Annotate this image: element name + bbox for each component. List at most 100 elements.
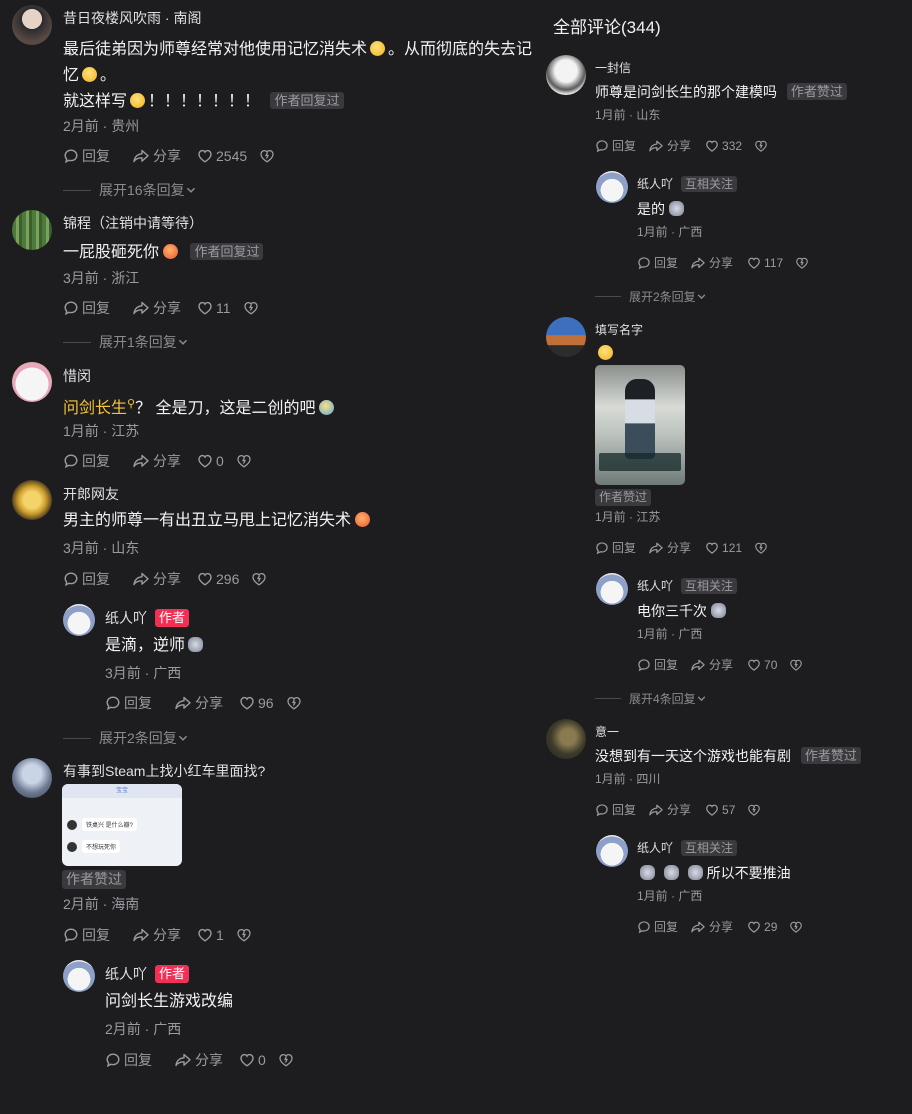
share-button[interactable]: 分享 (132, 451, 181, 471)
share-button[interactable]: 分享 (648, 137, 691, 154)
search-link[interactable]: 问剑长生 (63, 400, 127, 417)
username[interactable]: 纸人吖 (637, 577, 673, 594)
dislike-button[interactable] (795, 256, 809, 270)
share-button[interactable]: 分享 (690, 656, 733, 673)
reply-button[interactable]: 回复 (637, 656, 678, 673)
like-button[interactable]: 0 (239, 1052, 266, 1068)
username[interactable]: 惜闵 (63, 366, 91, 386)
avatar[interactable] (596, 573, 628, 605)
divider (63, 737, 91, 739)
share-button[interactable]: 分享 (648, 801, 691, 818)
heart-icon (747, 256, 761, 270)
dislike-button[interactable] (286, 695, 302, 711)
reply-button[interactable]: 回复 (595, 539, 636, 556)
dislike-button[interactable] (236, 453, 252, 469)
like-button[interactable]: 296 (197, 571, 239, 587)
share-button[interactable]: 分享 (690, 918, 733, 935)
share-button[interactable]: 分享 (648, 539, 691, 556)
dislike-button[interactable] (251, 571, 267, 587)
share-icon (690, 920, 706, 934)
like-button[interactable]: 2545 (197, 148, 247, 164)
mutual-follow-tag: 互相关注 (681, 175, 738, 192)
username[interactable]: 纸人吖 (637, 175, 673, 192)
expand-replies-button[interactable]: 展开2条回复 (595, 288, 707, 305)
share-button[interactable]: 分享 (132, 298, 181, 318)
username[interactable]: 一封信 (595, 59, 631, 76)
avatar[interactable] (12, 362, 52, 402)
reply-button[interactable]: 回复 (63, 569, 110, 589)
reply-button[interactable]: 回复 (637, 254, 678, 271)
share-button[interactable]: 分享 (132, 569, 181, 589)
dislike-button[interactable] (243, 300, 259, 316)
avatar[interactable] (63, 960, 95, 992)
dislike-button[interactable] (754, 541, 768, 555)
like-button[interactable]: 29 (747, 920, 777, 934)
dislike-button[interactable] (747, 803, 761, 817)
chevron-down-icon (696, 291, 707, 302)
avatar[interactable] (596, 171, 628, 203)
avatar[interactable] (546, 55, 586, 95)
dislike-button[interactable] (278, 1052, 294, 1068)
reply-icon (105, 695, 121, 711)
reply-button[interactable]: 回复 (63, 451, 110, 471)
like-button[interactable]: 0 (197, 453, 224, 469)
share-button[interactable]: 分享 (174, 1050, 223, 1070)
dislike-button[interactable] (789, 920, 803, 934)
like-button[interactable]: 11 (197, 300, 231, 316)
username[interactable]: 填写名字 (595, 321, 643, 338)
expand-replies-button[interactable]: 展开16条回复 (63, 180, 197, 200)
avatar[interactable] (12, 480, 52, 520)
dislike-button[interactable] (754, 139, 768, 153)
username[interactable]: 有事到Steam上找小红车里面找? (63, 761, 265, 781)
avatar[interactable] (12, 210, 52, 250)
dislike-button[interactable] (236, 927, 252, 943)
like-button[interactable]: 96 (239, 695, 274, 711)
character-image[interactable] (595, 365, 685, 485)
reply-button[interactable]: 回复 (63, 146, 110, 166)
like-button[interactable]: 121 (705, 541, 742, 555)
share-icon (174, 1052, 192, 1068)
avatar[interactable] (12, 758, 52, 798)
reply-button[interactable]: 回复 (105, 1050, 152, 1070)
avatar[interactable] (546, 719, 586, 759)
reply-icon (595, 139, 609, 153)
username[interactable]: 昔日夜楼风吹雨 · 南阁 (63, 8, 201, 28)
avatar[interactable] (546, 317, 586, 357)
username[interactable]: 纸人吖 (637, 839, 673, 856)
username[interactable]: 意一 (595, 723, 619, 740)
avatar[interactable] (12, 5, 52, 45)
like-button[interactable]: 57 (705, 803, 735, 817)
reply-button[interactable]: 回复 (595, 801, 636, 818)
share-button[interactable]: 分享 (690, 254, 733, 271)
comment-text: 问剑长生⚲？ 全是刀，这是二创的吧 (63, 391, 334, 422)
username[interactable]: 纸人吖 (105, 964, 147, 984)
reply-header: 纸人吖 互相关注 (637, 175, 738, 192)
avatar[interactable] (596, 835, 628, 867)
expand-replies-button[interactable]: 展开2条回复 (63, 728, 189, 748)
username[interactable]: 锦程（注销中请等待） (63, 213, 203, 233)
emoji-icon (640, 865, 655, 880)
username[interactable]: 开郎网友 (63, 484, 119, 504)
expand-replies-button[interactable]: 展开1条回复 (63, 332, 189, 352)
avatar[interactable] (63, 604, 95, 636)
reply-button[interactable]: 回复 (595, 137, 636, 154)
dislike-button[interactable] (259, 148, 275, 164)
chat-screenshot-image[interactable]: 宝宝 铁桌兴 是什么瓣? 不想玩死你 (62, 784, 182, 866)
share-button[interactable]: 分享 (132, 925, 181, 945)
dislike-button[interactable] (789, 658, 803, 672)
like-button[interactable]: 332 (705, 139, 742, 153)
like-button[interactable]: 70 (747, 658, 777, 672)
share-button[interactable]: 分享 (174, 693, 223, 713)
like-button[interactable]: 1 (197, 927, 224, 943)
username[interactable]: 纸人吖 (105, 608, 147, 628)
like-button[interactable]: 117 (747, 256, 783, 270)
expand-replies-button[interactable]: 展开4条回复 (595, 690, 707, 707)
reply-button[interactable]: 回复 (63, 298, 110, 318)
comment-text: 电你三千次 (637, 601, 726, 621)
reply-button[interactable]: 回复 (105, 693, 152, 713)
share-button[interactable]: 分享 (132, 146, 181, 166)
search-icon[interactable]: ⚲ (127, 398, 135, 410)
reply-button[interactable]: 回复 (63, 925, 110, 945)
reply-button[interactable]: 回复 (637, 918, 678, 935)
comment-meta: 3月前 · 广西 (105, 665, 182, 681)
